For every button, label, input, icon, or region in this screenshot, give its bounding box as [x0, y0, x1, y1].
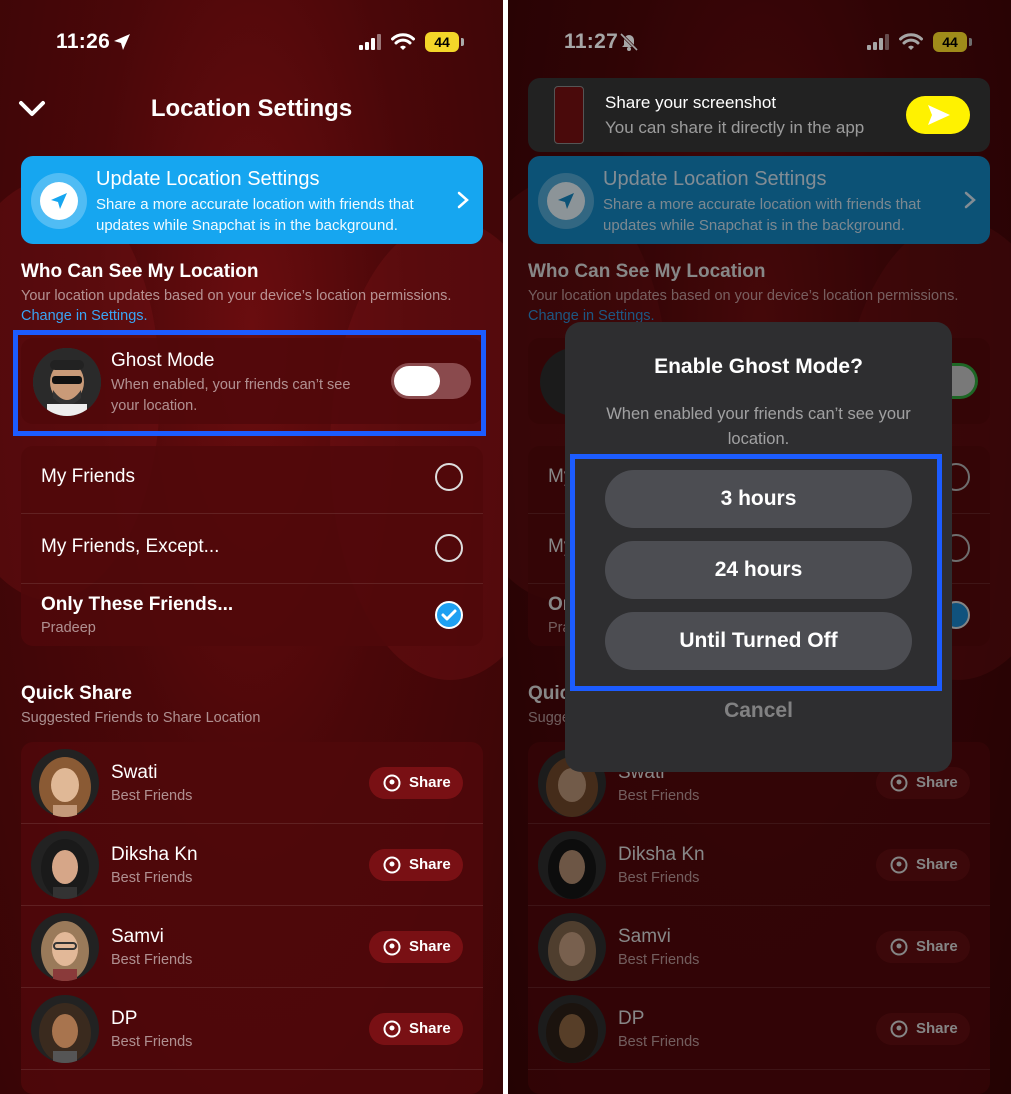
- option-sub: Pradeep: [41, 620, 96, 636]
- chevron-right-icon: [457, 191, 469, 209]
- banner-description: Share a more accurate location with frie…: [96, 196, 414, 234]
- who-can-see-title: Who Can See My Location: [21, 261, 259, 282]
- check-icon[interactable]: [435, 601, 463, 629]
- status-bar: 11:26 44: [0, 28, 503, 58]
- avatar: [31, 995, 99, 1063]
- share-button[interactable]: Share: [369, 1013, 463, 1045]
- highlight-box: [570, 454, 942, 691]
- radio-button[interactable]: [435, 534, 463, 562]
- send-arrow-icon: [928, 105, 950, 125]
- dialog-description: When enabled your friends can’t see your…: [606, 405, 911, 448]
- option-my-friends[interactable]: My Friends: [21, 446, 483, 514]
- location-pin-icon: [383, 774, 401, 792]
- friend-status: Best Friends: [111, 952, 193, 968]
- share-button[interactable]: Share: [369, 931, 463, 963]
- avatar: [31, 831, 99, 899]
- friend-name: Swati: [111, 762, 158, 783]
- friend-status: Best Friends: [111, 1034, 193, 1050]
- friend-status: Best Friends: [111, 870, 193, 886]
- highlight-box: [13, 330, 486, 436]
- friend-row: DP Best Friends Share: [21, 988, 483, 1070]
- share-button[interactable]: Share: [369, 767, 463, 799]
- signal-icon: [359, 34, 381, 50]
- screenshot-share-toast[interactable]: Share your screenshot You can share it d…: [528, 78, 990, 152]
- share-button[interactable]: Share: [369, 849, 463, 881]
- option-my-friends-except[interactable]: My Friends, Except...: [21, 514, 483, 584]
- radio-button[interactable]: [435, 463, 463, 491]
- option-label: My Friends: [41, 466, 135, 487]
- friend-row: Samvi Best Friends Share: [21, 906, 483, 988]
- header: Location Settings: [0, 90, 503, 130]
- quick-share-subtitle: Suggested Friends to Share Location: [21, 710, 261, 726]
- status-time: 11:26: [56, 30, 111, 53]
- avatar: [31, 749, 99, 817]
- friend-row: Diksha Kn Best Friends Share: [21, 824, 483, 906]
- toast-title: Share your screenshot: [605, 93, 777, 112]
- friend-name: DP: [111, 1008, 138, 1029]
- location-arrow-icon: [114, 34, 130, 50]
- option-label: Only These Friends...: [41, 594, 234, 615]
- friend-name: Samvi: [111, 926, 164, 947]
- share-label: Share: [409, 1020, 451, 1037]
- location-pin-icon: [383, 1020, 401, 1038]
- visibility-options: My Friends My Friends, Except... Only Th…: [21, 446, 483, 646]
- location-arrow-icon: [31, 173, 87, 229]
- wifi-icon: [391, 33, 415, 50]
- quick-share-list: Swati Best Friends Share Diksha Kn Best …: [21, 742, 483, 1094]
- friend-row: Swati Best Friends Share: [21, 742, 483, 824]
- avatar: [31, 913, 99, 981]
- location-pin-icon: [383, 938, 401, 956]
- cancel-button[interactable]: Cancel: [565, 699, 952, 723]
- update-location-banner[interactable]: Update Location Settings Share a more ac…: [21, 156, 483, 244]
- who-can-see-subtitle: Your location updates based on your devi…: [21, 288, 452, 304]
- friend-status: Best Friends: [111, 788, 193, 804]
- send-button[interactable]: [906, 96, 970, 134]
- friend-name: Diksha Kn: [111, 844, 198, 865]
- left-screen: 11:26 44 Location Settings Update Locati…: [0, 0, 503, 1094]
- screenshot-thumbnail: [554, 86, 584, 144]
- share-label: Share: [409, 774, 451, 791]
- share-label: Share: [409, 856, 451, 873]
- battery-icon: 44: [425, 32, 464, 52]
- option-only-these-friends[interactable]: Only These Friends... Pradeep: [21, 584, 483, 646]
- right-screen: 11:27 44 Update Location Settings Share …: [508, 0, 1011, 1094]
- page-title: Location Settings: [150, 95, 353, 122]
- banner-title: Update Location Settings: [96, 168, 320, 190]
- option-label: My Friends, Except...: [41, 536, 220, 557]
- quick-share-title: Quick Share: [21, 683, 132, 704]
- toast-subtitle: You can share it directly in the app: [605, 118, 865, 137]
- change-in-settings-link[interactable]: Change in Settings.: [21, 308, 148, 324]
- location-pin-icon: [383, 856, 401, 874]
- dialog-title: Enable Ghost Mode?: [654, 355, 863, 378]
- share-label: Share: [409, 938, 451, 955]
